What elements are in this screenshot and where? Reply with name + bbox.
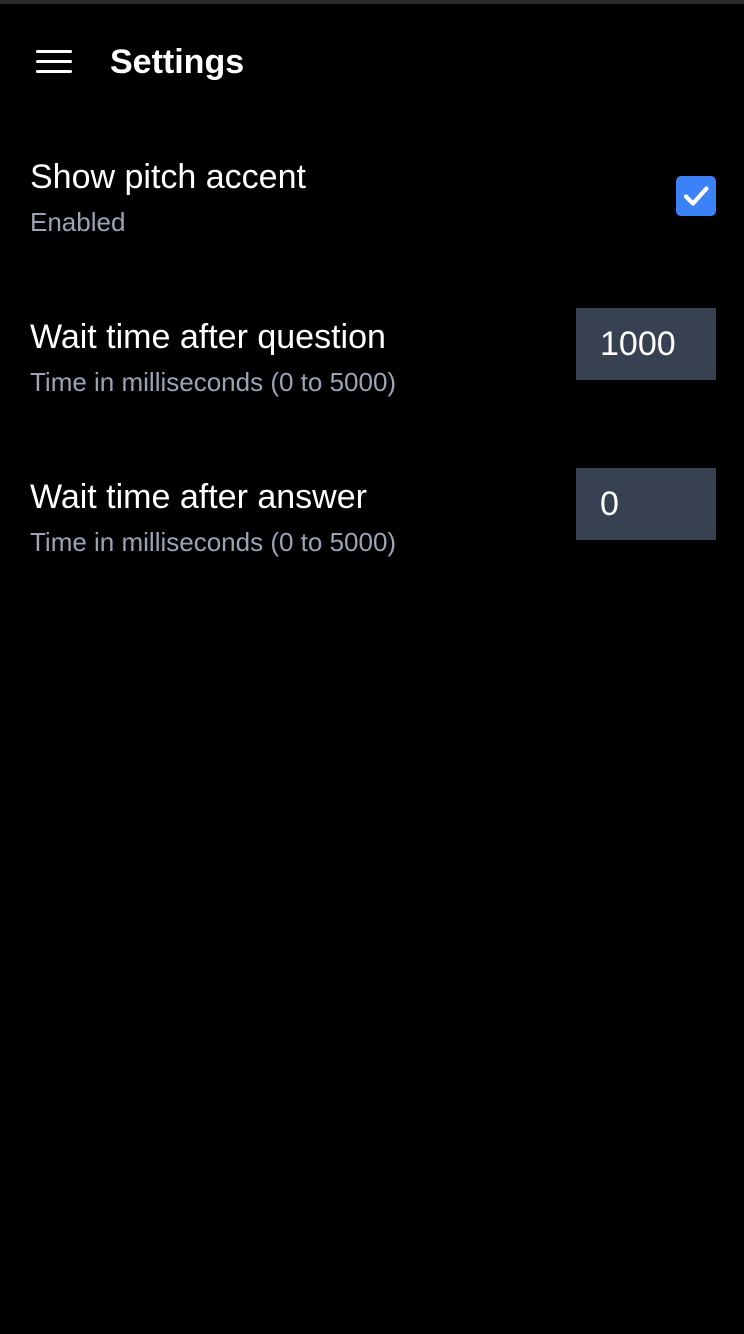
setting-label: Wait time after question [30, 318, 386, 356]
hamburger-menu-icon-bar [36, 70, 72, 73]
setting-description: Enabled [30, 207, 126, 237]
pitch-accent-checkbox[interactable] [676, 176, 716, 216]
setting-show-pitch-accent: Show pitch accent Enabled [30, 156, 716, 246]
hamburger-menu-icon-bar [36, 60, 72, 63]
setting-description: Time in milliseconds (0 to 5000) [30, 367, 397, 397]
checkmark-icon [683, 186, 709, 206]
setting-label: Wait time after answer [30, 478, 367, 516]
setting-label: Show pitch accent [30, 158, 306, 196]
hamburger-menu-icon [36, 50, 72, 53]
menu-button[interactable] [28, 42, 80, 82]
page-title: Settings [110, 43, 245, 81]
setting-wait-after-answer: Wait time after answer Time in milliseco… [30, 468, 716, 566]
setting-wait-after-question: Wait time after question Time in millise… [30, 308, 716, 406]
wait-after-question-input[interactable] [576, 308, 716, 380]
wait-after-answer-input[interactable] [576, 468, 716, 540]
setting-description: Time in milliseconds (0 to 5000) [30, 527, 397, 557]
app-header: Settings [0, 4, 744, 116]
